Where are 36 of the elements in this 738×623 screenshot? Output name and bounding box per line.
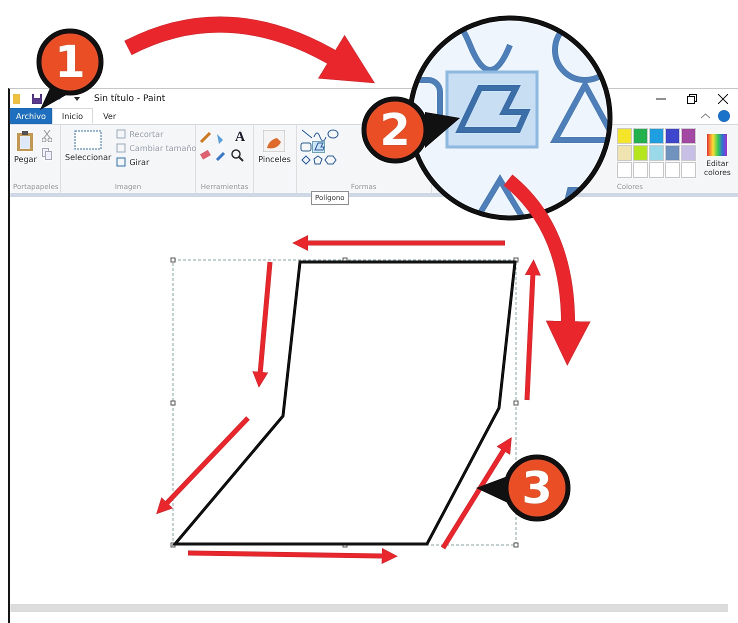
palette-swatch[interactable]: [664, 145, 680, 161]
step-number: 1: [54, 37, 86, 88]
image-command-button[interactable]: Girar: [116, 156, 196, 168]
palette-swatch[interactable]: [632, 145, 648, 161]
window-title: Sin título - Paint: [94, 94, 166, 104]
paste-button[interactable]: Pegar: [13, 128, 38, 166]
ribbon-tab[interactable]: Ver: [93, 108, 126, 124]
palette-swatch[interactable]: [648, 128, 664, 144]
color-palette[interactable]: [616, 128, 697, 179]
scissors-icon[interactable]: [42, 130, 52, 142]
palette-swatch[interactable]: [680, 128, 696, 144]
step-number: 3: [522, 463, 552, 514]
close-icon[interactable]: [718, 94, 728, 104]
step-number: 2: [380, 105, 410, 156]
command-icon: [116, 129, 126, 139]
help-icon[interactable]: [718, 110, 730, 122]
palette-swatch[interactable]: [616, 128, 632, 144]
palette-swatch[interactable]: [632, 128, 648, 144]
restore-icon[interactable]: [687, 94, 697, 104]
brushes-button[interactable]: Pinceles: [257, 128, 292, 166]
clipboard-icon: [16, 130, 34, 152]
palette-swatch[interactable]: [680, 145, 696, 161]
rainbow-icon: [707, 134, 728, 156]
horizontal-scrollbar[interactable]: [10, 604, 728, 612]
collapse-ribbon-icon[interactable]: [701, 113, 710, 119]
palette-swatch[interactable]: [664, 128, 680, 144]
command-icon: [116, 143, 126, 153]
palette-swatch[interactable]: [648, 145, 664, 161]
file-menu-tab[interactable]: Archivo: [10, 108, 52, 124]
palette-swatch[interactable]: [616, 145, 632, 161]
ribbon-tab[interactable]: Inicio: [52, 108, 94, 124]
selection-rectangle-icon: [74, 130, 102, 150]
text-tool[interactable]: A: [235, 130, 246, 146]
select-button[interactable]: Seleccionar: [64, 128, 112, 164]
command-icon: [116, 157, 126, 167]
brush-icon: [263, 130, 286, 152]
